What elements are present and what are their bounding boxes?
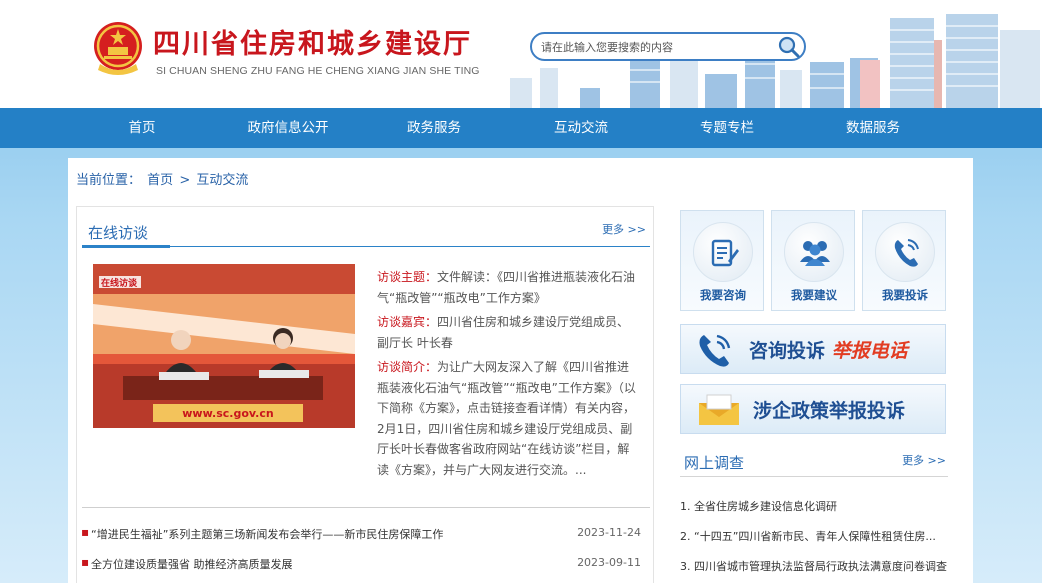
suggest-circle <box>784 222 844 282</box>
site-title: 四川省住房和城乡建设厅 <box>153 29 472 60</box>
complaint-label: 我要投诉 <box>882 288 928 302</box>
policy-report-banner[interactable]: 涉企政策举报投诉 <box>680 384 946 434</box>
envelope-icon <box>699 394 739 425</box>
survey-section-title: 网上调查 <box>684 454 745 472</box>
news-title[interactable]: “增进民生福祉”系列主题第三场新闻发布会举行——新市民住房保障工作 <box>91 526 443 542</box>
site-header: 四川省住房和城乡建设厅 SI CHUAN SHENG ZHU FANG HE C… <box>0 0 1042 108</box>
interview-section-title: 在线访谈 <box>88 224 149 242</box>
breadcrumb-current-link[interactable]: 互动交流 <box>196 173 248 188</box>
interview-more-link[interactable]: 更多 >> <box>602 221 646 237</box>
nav-item-data-service[interactable]: 数据服务 <box>833 108 913 148</box>
suggest-label: 我要建议 <box>791 288 837 302</box>
survey-more-link[interactable]: 更多 >> <box>902 452 946 468</box>
interview-topic: 访谈主题：文件解读：《四川省推进瓶装液化石油气“瓶改管”“瓶改电”工作方案》 <box>377 267 637 308</box>
hotline-text: 咨询投诉 举报电话 <box>749 336 908 363</box>
intro-label: 访谈简介： <box>377 360 438 374</box>
hotline-text-part2: 举报电话 <box>831 340 908 362</box>
news-separator <box>82 507 650 508</box>
guest-label: 访谈嘉宾： <box>377 315 438 329</box>
national-emblem-icon <box>94 22 142 75</box>
hotline-banner[interactable]: 咨询投诉 举报电话 <box>680 324 946 374</box>
main-content: 当前位置： 首页 > 互动交流 在线访谈 更多 >> 在线访谈 www.sc.g… <box>68 158 973 583</box>
consult-card[interactable]: 我要咨询 <box>680 210 764 311</box>
thumb-logo-text: 在线访谈 <box>101 277 138 289</box>
survey-section-header: 网上调查 更多 >> <box>680 443 948 477</box>
online-interview-panel: 在线访谈 更多 >> 在线访谈 www.sc.gov.cn 访谈主题：文件解读：… <box>76 206 654 583</box>
breadcrumb-home-link[interactable]: 首页 <box>147 173 173 188</box>
nav-item-gov-info[interactable]: 政府信息公开 <box>238 108 338 148</box>
main-nav: 首页 政府信息公开 政务服务 互动交流 专题专栏 数据服务 <box>0 108 1042 148</box>
news-bullet: ▪ <box>81 525 90 539</box>
intro-text: 为让广大网友深入了解《四川省推进瓶装液化石油气“瓶改管”“瓶改电”工作方案》（以… <box>377 360 636 477</box>
consult-circle <box>693 222 753 282</box>
search-box <box>530 32 806 61</box>
suggest-icon <box>800 241 830 266</box>
news-date: 2023-11-24 <box>577 526 641 539</box>
news-bullet: ▪ <box>81 555 90 569</box>
interview-guest: 访谈嘉宾：四川省住房和城乡建设厅党组成员、副厅长 叶长春 <box>377 312 637 353</box>
news-title[interactable]: 全方位建设质量强省 助推经济高质量发展 <box>91 556 293 572</box>
section-accent-bar <box>82 245 170 248</box>
complaint-circle <box>875 222 935 282</box>
policy-report-text: 涉企政策举报投诉 <box>753 400 906 422</box>
thumb-url-text: www.sc.gov.cn <box>182 407 273 420</box>
topic-label: 访谈主题： <box>377 270 438 284</box>
site-subtitle: SI CHUAN SHENG ZHU FANG HE CHENG XIANG J… <box>156 65 480 77</box>
search-icon[interactable] <box>777 35 801 58</box>
survey-item[interactable]: 1. 全省住房城乡建设信息化调研 <box>680 498 950 514</box>
survey-item[interactable]: 2. “十四五”四川省新市民、青年人保障性租赁住房... <box>680 528 950 544</box>
consult-icon <box>711 239 739 267</box>
hotline-text-part1: 咨询投诉 <box>749 340 826 362</box>
nav-item-gov-service[interactable]: 政务服务 <box>394 108 474 148</box>
interview-video-thumbnail[interactable]: 在线访谈 www.sc.gov.cn <box>93 264 355 428</box>
news-item[interactable]: ▪ “增进民生福祉”系列主题第三场新闻发布会举行——新市民住房保障工作 2023… <box>81 525 641 543</box>
nav-item-home[interactable]: 首页 <box>102 108 182 148</box>
news-item[interactable]: ▪ 全方位建设质量强省 助推经济高质量发展 2023-09-11 <box>81 555 641 573</box>
complaint-card[interactable]: 我要投诉 <box>862 210 946 311</box>
breadcrumb-separator: > <box>179 173 191 188</box>
phone-icon <box>699 334 731 367</box>
search-input[interactable] <box>541 38 771 56</box>
survey-item[interactable]: 3. 四川省城市管理执法监督局行政执法满意度问卷调查 <box>680 558 950 574</box>
suggest-card[interactable]: 我要建议 <box>771 210 855 311</box>
complaint-phone-icon <box>894 239 919 267</box>
interview-section-header: 在线访谈 更多 >> <box>82 217 650 248</box>
interview-info: 访谈主题：文件解读：《四川省推进瓶装液化石油气“瓶改管”“瓶改电”工作方案》 访… <box>377 267 637 484</box>
consult-label: 我要咨询 <box>700 288 746 302</box>
interview-intro: 访谈简介：为让广大网友深入了解《四川省推进瓶装液化石油气“瓶改管”“瓶改电”工作… <box>377 357 637 480</box>
nav-item-special-topics[interactable]: 专题专栏 <box>687 108 767 148</box>
news-date: 2023-09-11 <box>577 556 641 569</box>
breadcrumb: 当前位置： 首页 > 互动交流 <box>76 169 250 188</box>
nav-item-interaction[interactable]: 互动交流 <box>541 108 621 148</box>
breadcrumb-label: 当前位置： <box>76 173 142 188</box>
